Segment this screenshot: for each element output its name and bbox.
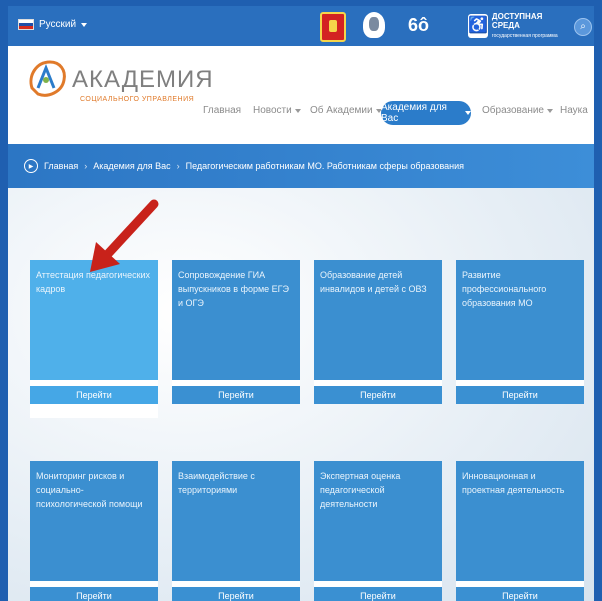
card-title: Взаимодействие с территориями bbox=[172, 461, 300, 581]
search-icon[interactable]: ⌕ bbox=[574, 18, 592, 36]
nav-academy-for-you[interactable]: Академия для Вас bbox=[381, 101, 471, 125]
language-selector[interactable]: Русский bbox=[18, 19, 88, 30]
chevron-down-icon bbox=[81, 22, 88, 27]
ministry-emblem-icon[interactable] bbox=[363, 12, 385, 38]
breadcrumb-academy[interactable]: Академия для Вас bbox=[93, 161, 170, 171]
accessibility-icon: ♿ bbox=[468, 14, 488, 38]
accessible-title: ДОСТУПНАЯ bbox=[491, 11, 543, 21]
chevron-down-icon bbox=[465, 111, 471, 115]
go-button[interactable]: Перейти bbox=[314, 587, 442, 601]
breadcrumb-current: Педагогическим работникам МО. Работникам… bbox=[185, 161, 465, 171]
logo-title: АКАДЕМИЯ bbox=[72, 66, 214, 93]
card-title: Мониторинг рисков и социально-психологич… bbox=[30, 461, 158, 581]
card-risk-monitoring[interactable]: Мониторинг рисков и социально-психологич… bbox=[30, 461, 158, 601]
card-disabled-children[interactable]: Образование детей инвалидов и детей с ОВ… bbox=[314, 260, 442, 404]
nav-home[interactable]: Главная bbox=[203, 105, 241, 116]
browser-frame: Русский 6ô ♿ ДОСТУПНАЯ СРЕДА государстве… bbox=[8, 6, 594, 601]
go-button[interactable]: Перейти bbox=[30, 386, 158, 404]
go-button[interactable]: Перейти bbox=[314, 386, 442, 404]
chevron-down-icon bbox=[546, 108, 553, 113]
breadcrumb-separator-icon: › bbox=[176, 161, 180, 171]
card-expert-evaluation[interactable]: Экспертная оценка педагогической деятель… bbox=[314, 461, 442, 601]
moscow-region-coat-of-arms-icon[interactable] bbox=[320, 12, 346, 42]
russian-flag-icon bbox=[18, 19, 34, 30]
nav-about[interactable]: Об Академии bbox=[310, 105, 382, 116]
chevron-down-icon bbox=[294, 108, 301, 113]
card-title: Сопровождение ГИА выпускников в форме ЕГ… bbox=[172, 260, 300, 380]
go-button[interactable]: Перейти bbox=[456, 587, 584, 601]
go-button[interactable]: Перейти bbox=[172, 386, 300, 404]
go-button[interactable]: Перейти bbox=[456, 386, 584, 404]
red-arrow-icon bbox=[90, 199, 159, 272]
card-territories[interactable]: Взаимодействие с территориями Перейти bbox=[172, 461, 300, 601]
card-title: Развитие профессионального образования М… bbox=[456, 260, 584, 380]
card-title: Экспертная оценка педагогической деятель… bbox=[314, 461, 442, 581]
top-utility-bar: Русский 6ô ♿ ДОСТУПНАЯ СРЕДА государстве… bbox=[8, 6, 594, 46]
go-button[interactable]: Перейти bbox=[172, 587, 300, 601]
accessible-environment-link[interactable]: ♿ ДОСТУПНАЯ СРЕДА государственная програ… bbox=[468, 11, 558, 39]
breadcrumb-home[interactable]: Главная bbox=[44, 161, 78, 171]
academy-logo-icon[interactable] bbox=[26, 58, 68, 100]
language-label: Русский bbox=[39, 19, 77, 30]
card-professional-education[interactable]: Развитие профессионального образования М… bbox=[456, 260, 584, 404]
card-title: Образование детей инвалидов и детей с ОВ… bbox=[314, 260, 442, 380]
accessible-small: государственная программа bbox=[491, 32, 558, 39]
card-certification[interactable]: Аттестация педагогических кадров Перейти bbox=[30, 260, 158, 418]
breadcrumb-separator-icon: › bbox=[84, 161, 88, 171]
go-button[interactable]: Перейти bbox=[30, 587, 158, 601]
site-header: АКАДЕМИЯ СОЦИАЛЬНОГО УПРАВЛЕНИЯ Главная … bbox=[8, 46, 594, 144]
card-title: Инновационная и проектная деятельность bbox=[456, 461, 584, 581]
breadcrumb: ▶ Главная › Академия для Вас › Педагогич… bbox=[8, 144, 594, 188]
main-nav: Главная Новости Об Академии Академия для… bbox=[8, 98, 594, 128]
nav-news[interactable]: Новости bbox=[253, 105, 301, 116]
nav-science[interactable]: Наука bbox=[560, 105, 588, 116]
card-gia[interactable]: Сопровождение ГИА выпускников в форме ЕГ… bbox=[172, 260, 300, 404]
card-innovation[interactable]: Инновационная и проектная деятельность П… bbox=[456, 461, 584, 601]
card-title: Аттестация педагогических кадров bbox=[30, 260, 158, 380]
play-circle-icon: ▶ bbox=[24, 159, 38, 173]
low-vision-glasses-icon[interactable]: 6ô bbox=[408, 15, 429, 36]
accessible-title2: СРЕДА bbox=[491, 20, 520, 30]
nav-education[interactable]: Образование bbox=[482, 105, 553, 116]
